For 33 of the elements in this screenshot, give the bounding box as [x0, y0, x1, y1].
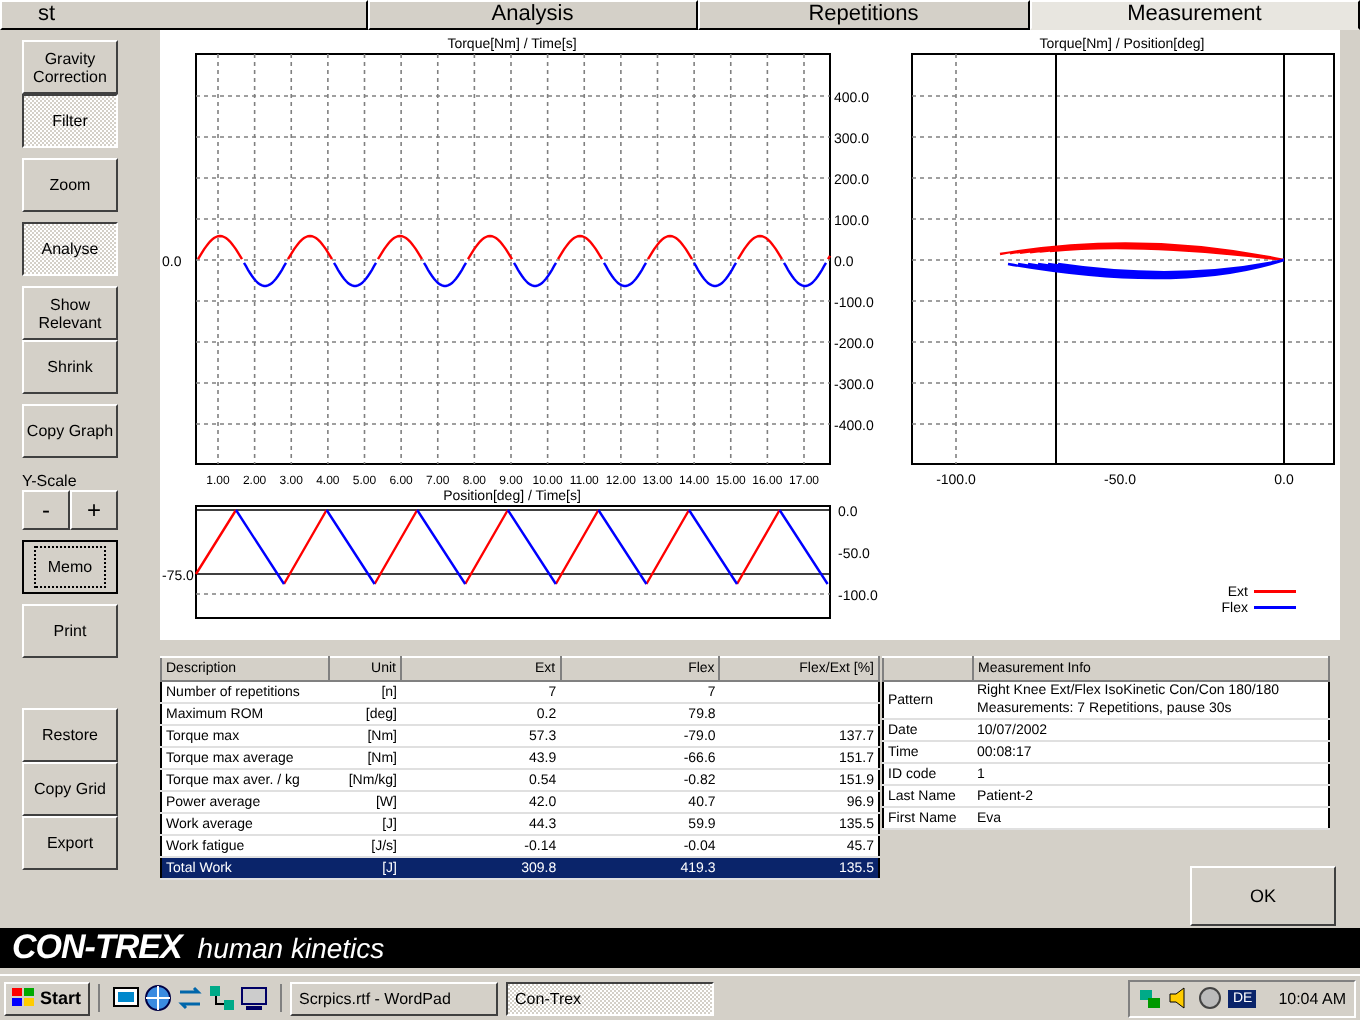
sidebar-button[interactable]: Print — [22, 604, 118, 658]
sidebar-button[interactable]: Copy Graph — [22, 404, 118, 458]
sidebar-button[interactable]: Gravity Correction — [22, 40, 118, 94]
disk-icon[interactable] — [1198, 986, 1223, 1011]
sidebar-button[interactable]: Memo — [22, 540, 118, 594]
sidebar-button[interactable]: Filter — [22, 94, 118, 148]
start-button[interactable]: Start — [4, 981, 90, 1016]
windows-logo-icon — [12, 988, 36, 1009]
sidebar-button[interactable]: Zoom — [22, 158, 118, 212]
tab[interactable]: Analysis — [367, 0, 698, 30]
network-icon[interactable] — [207, 984, 236, 1013]
y-scale-label: Y-Scale — [22, 472, 79, 490]
arrows-icon[interactable] — [175, 984, 204, 1013]
taskbar-button[interactable]: Scrpics.rtf - WordPad — [289, 981, 498, 1016]
brand-logo: CON-TREX — [12, 928, 182, 969]
sidebar-button[interactable]: Shrink — [22, 340, 118, 394]
brand-tagline: human kinetics — [197, 932, 385, 965]
sidebar-button[interactable]: Restore — [22, 708, 118, 762]
computer-icon[interactable] — [239, 984, 268, 1013]
sidebar-button[interactable]: Copy Grid — [22, 762, 118, 816]
tab[interactable]: Repetitions — [698, 0, 1029, 30]
tab[interactable]: Measurement — [1029, 0, 1360, 30]
taskbar-button[interactable]: Con-Trex — [505, 981, 714, 1016]
desktop-icon[interactable] — [111, 984, 140, 1013]
decrease-button[interactable]: - — [22, 490, 70, 530]
sidebar-button[interactable]: Analyse — [22, 222, 118, 276]
ok-button[interactable]: OK — [1190, 866, 1336, 926]
tab[interactable]: st — [0, 0, 367, 30]
clock: 10:04 AM — [1278, 989, 1346, 1008]
sidebar-button[interactable]: Export — [22, 816, 118, 870]
increase-button[interactable]: + — [70, 490, 118, 530]
globe-icon[interactable] — [143, 984, 172, 1013]
sidebar-button[interactable]: Show Relevant — [22, 286, 118, 340]
